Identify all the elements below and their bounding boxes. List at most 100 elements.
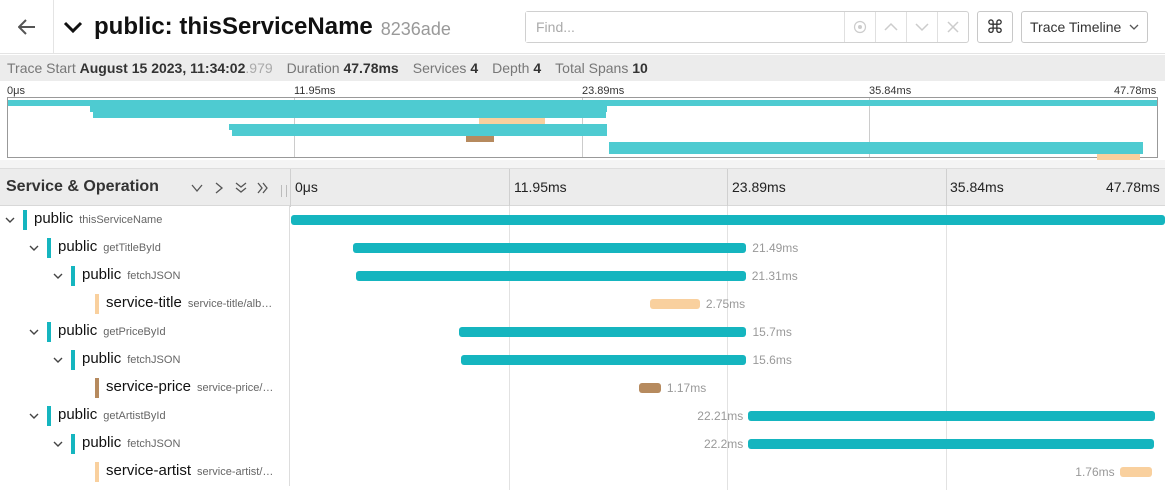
service-color-marker: [95, 294, 99, 314]
service-color-marker: [95, 462, 99, 482]
span-bar-track[interactable]: 22.21ms: [291, 402, 1165, 430]
span-bar[interactable]: [355, 271, 746, 281]
span-name-cell[interactable]: service-title service-title/alb…: [0, 290, 290, 318]
service-color-marker: [71, 266, 75, 286]
operation-name: service-price/…: [197, 382, 274, 394]
chevron-down-icon[interactable]: [5, 215, 15, 225]
span-name-cell[interactable]: public fetchJSON: [0, 346, 290, 374]
column-resize-handle[interactable]: [281, 185, 287, 197]
view-mode-select[interactable]: Trace Timeline: [1021, 11, 1148, 43]
find-locate-button[interactable]: [844, 12, 875, 42]
span-name-cell[interactable]: public fetchJSON: [0, 262, 290, 290]
span-bar-track[interactable]: 21.49ms: [291, 234, 1165, 262]
span-bar-track[interactable]: [291, 206, 1165, 234]
chevron-down-icon[interactable]: [29, 243, 39, 253]
span-name-cell[interactable]: public getTitleById: [0, 234, 290, 262]
service-color-marker: [47, 238, 51, 258]
find-prev-button[interactable]: [875, 12, 906, 42]
trace-minimap[interactable]: [7, 97, 1158, 160]
timeline-tick: 0μs: [295, 179, 318, 195]
chevron-down-icon[interactable]: [53, 355, 63, 365]
span-row[interactable]: service-price service-price/… 1.17ms: [0, 374, 1165, 402]
span-bar[interactable]: [1119, 467, 1152, 477]
minimap-tick: 23.89ms: [582, 85, 625, 97]
span-bar[interactable]: [748, 439, 1155, 449]
minimap-span-bar: [609, 148, 1144, 154]
operation-name: fetchJSON: [127, 270, 181, 282]
span-bar[interactable]: [748, 411, 1155, 421]
minimap-tick: 47.78ms: [1114, 85, 1157, 97]
span-bar-track[interactable]: 2.75ms: [291, 290, 1165, 318]
span-bar-track[interactable]: 15.6ms: [291, 346, 1165, 374]
depth-label: Depth: [492, 60, 530, 76]
span-bar[interactable]: [639, 383, 661, 393]
back-button[interactable]: [0, 0, 54, 54]
service-name: public getArtistById: [58, 406, 166, 423]
service-name: public getTitleById: [58, 238, 161, 255]
minimap-tick: 11.95ms: [294, 85, 336, 97]
span-row[interactable]: public fetchJSON 15.6ms: [0, 346, 1165, 374]
service-name: public thisServiceName: [34, 210, 163, 227]
operation-name: getPriceById: [103, 326, 166, 338]
span-duration-label: 2.75ms: [705, 297, 746, 311]
operation-name: service-artist/…: [197, 466, 274, 478]
service-name: public fetchJSON: [82, 434, 181, 451]
trace-title-toggle[interactable]: public: thisServiceName 8236ade: [62, 10, 451, 44]
span-bar-track[interactable]: 15.7ms: [291, 318, 1165, 346]
service-color-marker: [71, 434, 75, 454]
keyboard-shortcuts-button[interactable]: ⌘: [977, 11, 1013, 43]
span-bar[interactable]: [459, 327, 747, 337]
timeline-header: Service & Operation 0μs 11.95ms 23.89ms …: [0, 168, 1165, 207]
span-name-cell[interactable]: public getArtistById: [0, 402, 290, 430]
total-spans-stat: Total Spans 10: [555, 60, 648, 76]
chevron-down-icon: [63, 21, 83, 34]
view-mode-value: Trace Timeline: [1030, 19, 1122, 35]
span-bar[interactable]: [291, 215, 1165, 225]
span-bar-track[interactable]: 21.31ms: [291, 262, 1165, 290]
span-duration-label: 15.6ms: [752, 353, 792, 367]
operation-name: getTitleById: [103, 242, 161, 254]
close-icon: [947, 21, 959, 33]
operation-name: fetchJSON: [127, 438, 181, 450]
span-name-cell[interactable]: service-artist service-artist/…: [0, 458, 290, 486]
span-name-cell[interactable]: service-price service-price/…: [0, 374, 290, 402]
span-bar[interactable]: [649, 299, 700, 309]
duration-label: Duration: [286, 60, 340, 76]
span-name-cell[interactable]: public getPriceById: [0, 318, 290, 346]
chevron-down-icon[interactable]: [53, 439, 63, 449]
span-row[interactable]: public fetchJSON 21.31ms: [0, 262, 1165, 290]
span-name-cell[interactable]: public thisServiceName: [0, 206, 290, 234]
span-bar[interactable]: [461, 355, 747, 365]
service-color-marker: [71, 350, 75, 370]
span-row[interactable]: service-artist service-artist/… 1.76ms: [0, 458, 1165, 486]
span-row[interactable]: public getTitleById 21.49ms: [0, 234, 1165, 262]
span-bar-track[interactable]: 1.17ms: [291, 374, 1165, 402]
chevron-up-icon: [884, 22, 898, 31]
span-bar[interactable]: [353, 243, 747, 253]
span-row[interactable]: service-title service-title/alb… 2.75ms: [0, 290, 1165, 318]
collapse-one-button[interactable]: [186, 179, 208, 197]
service-name: service-title service-title/alb…: [106, 294, 273, 311]
span-row[interactable]: public getArtistById 22.21ms: [0, 402, 1165, 430]
collapse-all-button[interactable]: [230, 179, 252, 197]
timeline-tick-line: [509, 169, 510, 207]
expand-one-button[interactable]: [208, 179, 230, 197]
span-bar-track[interactable]: 22.2ms: [291, 430, 1165, 458]
expand-all-button[interactable]: [252, 179, 274, 197]
depth-value: 4: [533, 60, 542, 76]
span-row[interactable]: public getPriceById 15.7ms: [0, 318, 1165, 346]
trace-stats-bar: Trace Start August 15 2023, 11:34:02.979…: [0, 55, 1165, 81]
span-name-cell[interactable]: public fetchJSON: [0, 430, 290, 458]
service-name: service-price service-price/…: [106, 378, 274, 395]
find-next-button[interactable]: [906, 12, 937, 42]
chevron-down-icon[interactable]: [53, 271, 63, 281]
span-bar-track[interactable]: 1.76ms: [291, 458, 1165, 486]
find-clear-button[interactable]: [937, 12, 968, 42]
chevron-down-icon[interactable]: [29, 327, 39, 337]
chevron-down-icon[interactable]: [29, 411, 39, 421]
minimap-tick: 0μs: [7, 85, 25, 97]
span-row[interactable]: public fetchJSON 22.2ms: [0, 430, 1165, 458]
span-row[interactable]: public thisServiceName: [0, 206, 1165, 234]
find-input[interactable]: [526, 12, 844, 42]
chevron-down-icon: [1129, 24, 1139, 30]
